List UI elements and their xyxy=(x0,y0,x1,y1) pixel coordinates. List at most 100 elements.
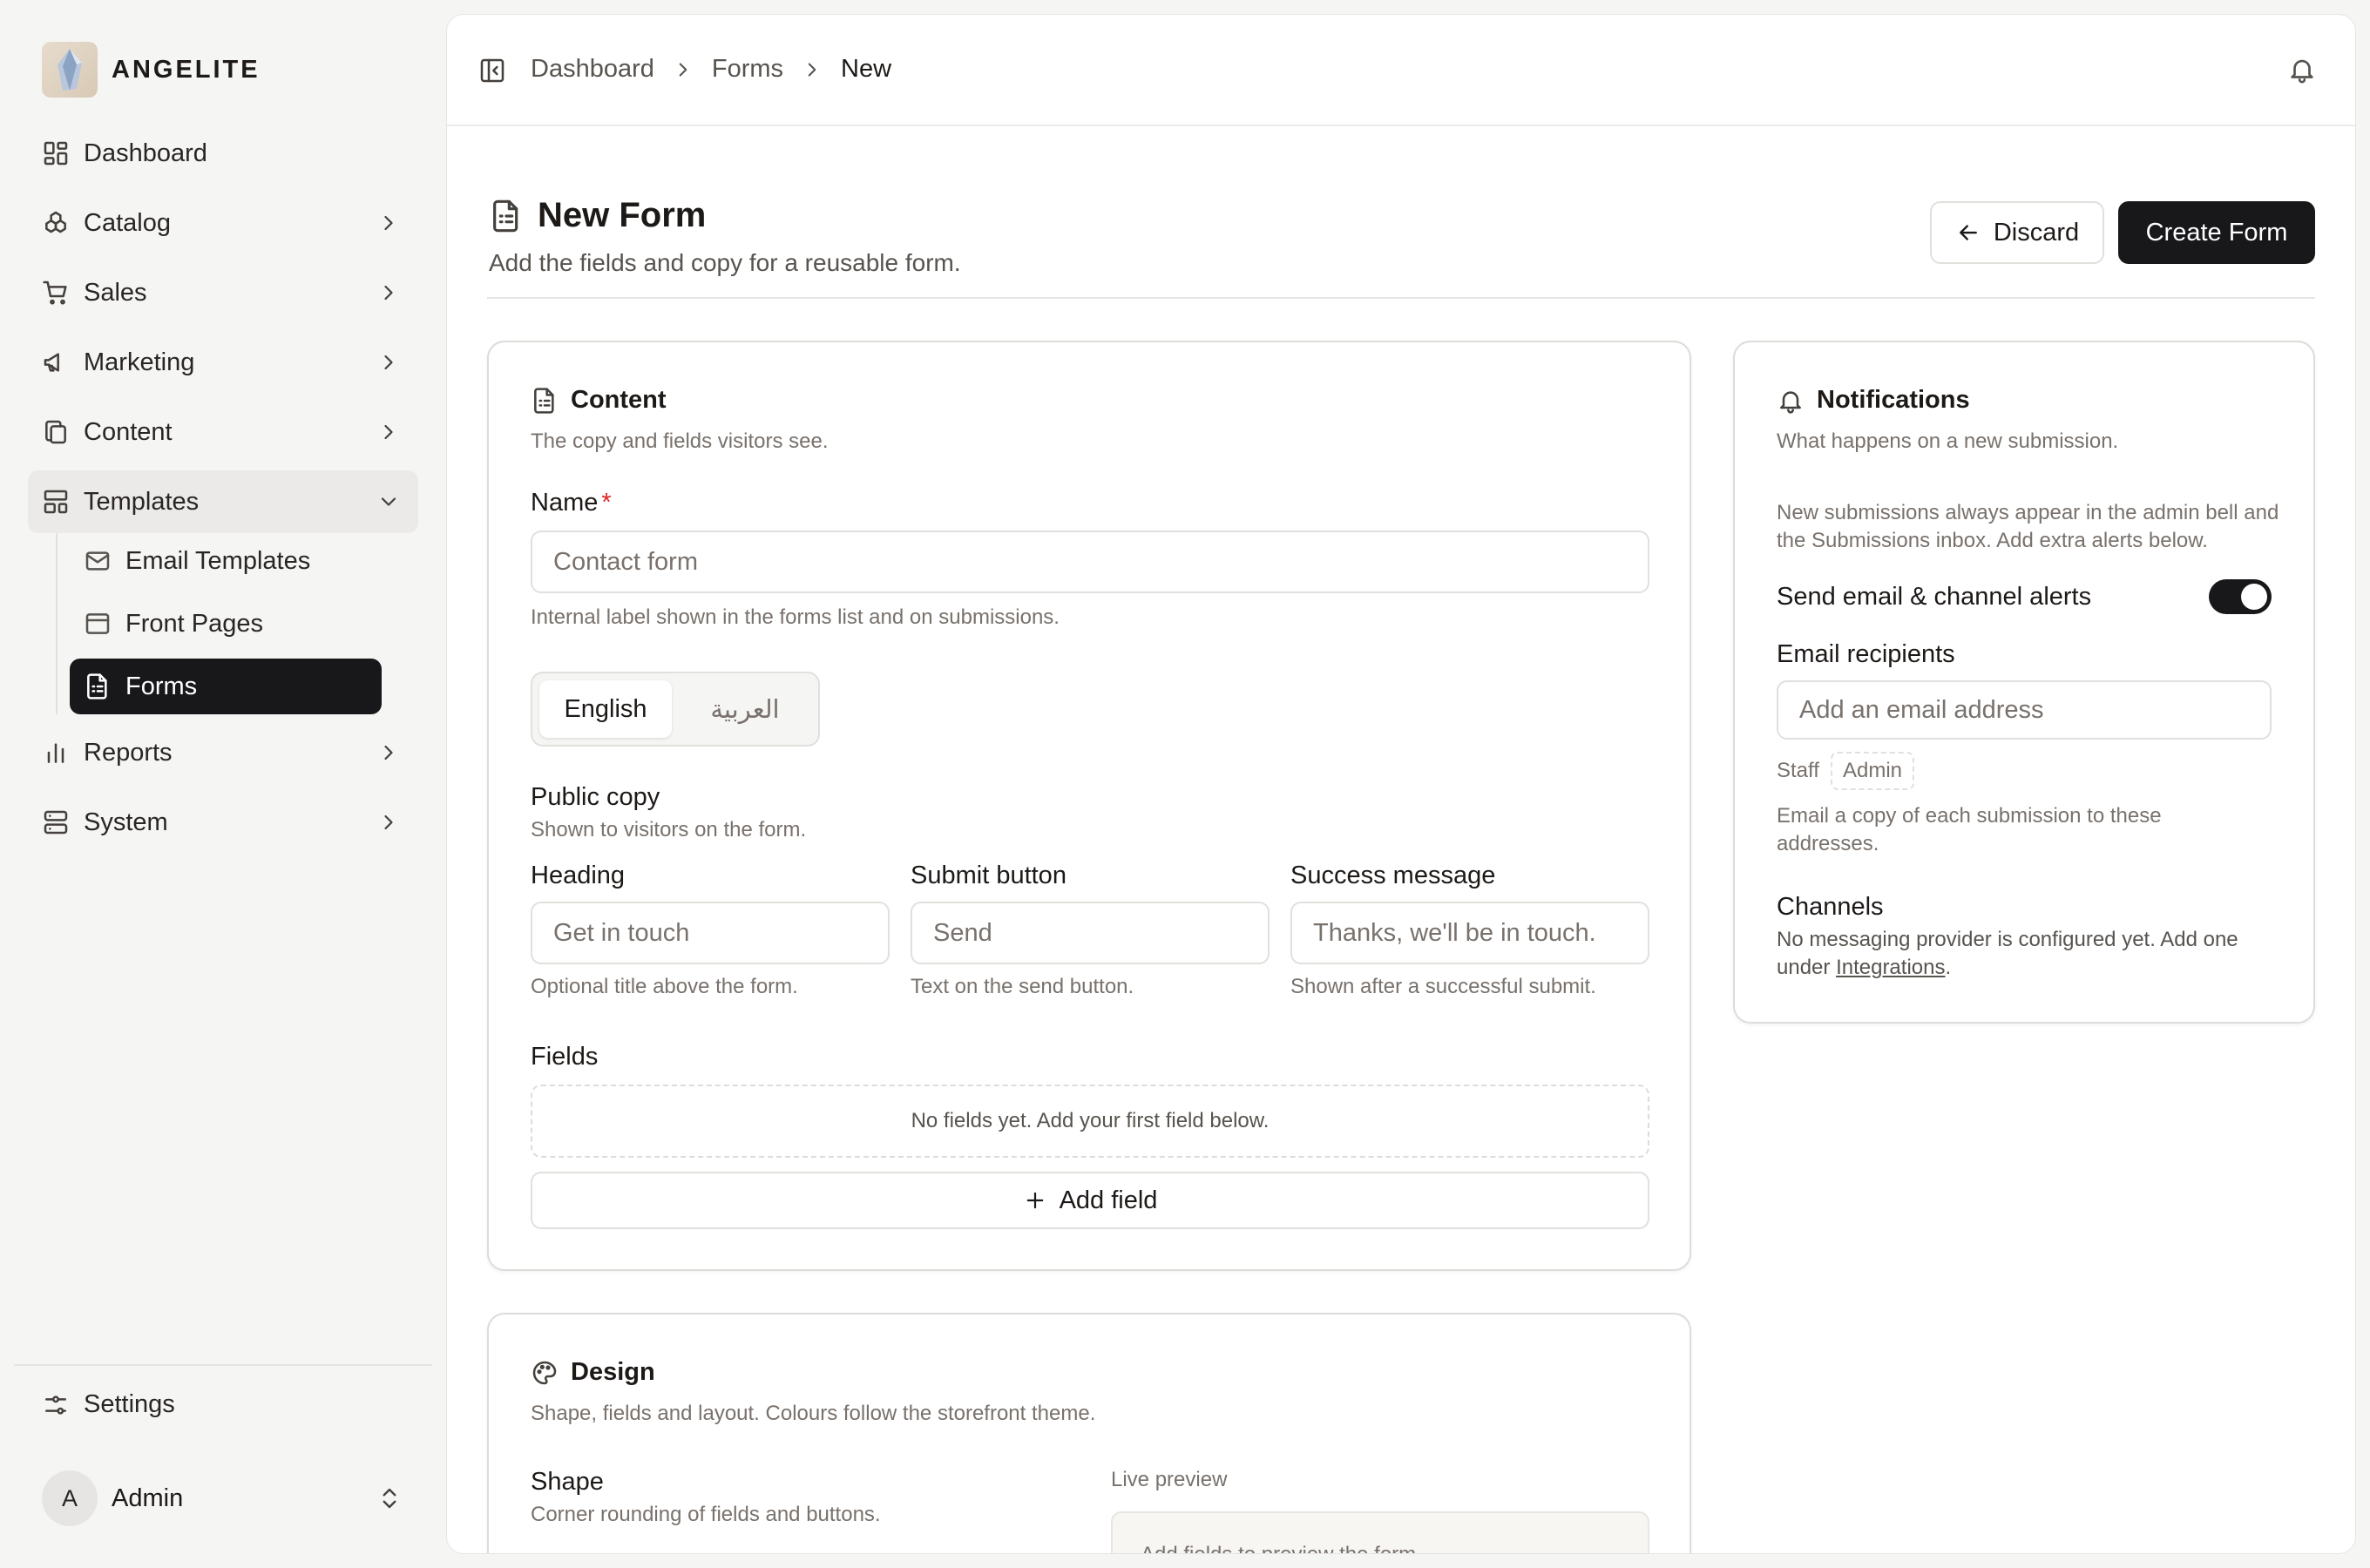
add-field-button[interactable]: Add field xyxy=(531,1172,1649,1229)
sidebar-item-email-templates[interactable]: Email Templates xyxy=(70,533,382,589)
notifications-card: Notifications What happens on a new subm… xyxy=(1733,341,2315,1024)
sidebar-item-settings[interactable]: Settings xyxy=(42,1390,175,1419)
integrations-link[interactable]: Integrations xyxy=(1836,956,1945,979)
arrow-left-icon xyxy=(1959,225,1977,240)
required-mark: * xyxy=(601,489,612,517)
main-nav: Dashboard Catalog Sales Marketing Conten… xyxy=(28,122,418,861)
sliders-icon xyxy=(45,1395,66,1415)
toggle-knob xyxy=(2241,584,2267,610)
email-recipient-input[interactable]: Add an email address xyxy=(1777,680,2272,740)
sidebar-item-dashboard[interactable]: Dashboard xyxy=(28,122,418,185)
breadcrumb: Dashboard Forms New xyxy=(531,55,891,84)
sidebar-item-label: Forms xyxy=(125,672,198,700)
sidebar-toggle-icon[interactable] xyxy=(478,57,506,84)
content-card: Content The copy and fields visitors see… xyxy=(487,341,1691,1271)
shape-label: Shape xyxy=(531,1468,604,1496)
breadcrumb-forms[interactable]: Forms xyxy=(712,55,783,84)
breadcrumb-current: New xyxy=(841,55,892,83)
brand[interactable]: ANGELITE xyxy=(42,42,261,98)
staff-chip-admin[interactable]: Admin xyxy=(1831,752,1915,790)
heading-input[interactable]: Get in touch xyxy=(531,902,890,964)
sidebar-item-content[interactable]: Content xyxy=(28,401,418,463)
success-message-help: Shown after a successful submit. xyxy=(1290,975,1596,998)
avatar: A xyxy=(42,1470,98,1526)
alerts-toggle-label: Send email & channel alerts xyxy=(1777,583,2092,611)
plus-icon xyxy=(1026,1192,1043,1209)
page-title-text: New Form xyxy=(538,196,707,234)
name-label: Name * xyxy=(531,489,612,517)
shape-subtitle: Corner rounding of fields and buttons. xyxy=(531,1503,881,1526)
channels-text: No messaging provider is configured yet.… xyxy=(1777,926,2282,982)
submit-button-help: Text on the send button. xyxy=(911,975,1134,998)
email-recipients-label: Email recipients xyxy=(1777,640,1955,668)
browser-icon xyxy=(85,613,110,634)
sidebar-item-reports[interactable]: Reports xyxy=(28,721,418,784)
heading-label: Heading xyxy=(531,862,626,889)
submit-button-label: Submit button xyxy=(911,862,1066,889)
lang-tab-arabic[interactable]: العربية xyxy=(679,680,811,738)
topbar: Dashboard Forms New xyxy=(447,15,2355,126)
sidebar-divider xyxy=(14,1364,432,1366)
lang-tab-english[interactable]: English xyxy=(539,680,672,738)
sidebar-item-front-pages[interactable]: Front Pages xyxy=(70,596,382,652)
breadcrumb-dashboard[interactable]: Dashboard xyxy=(531,55,654,84)
catalog-icon xyxy=(45,211,66,233)
fields-label: Fields xyxy=(531,1043,599,1071)
sidebar-item-label: Templates xyxy=(84,487,200,516)
sidebar-item-label: System xyxy=(84,808,168,836)
form-icon xyxy=(534,387,554,414)
chevron-right-icon xyxy=(384,814,393,830)
sidebar-item-marketing[interactable]: Marketing xyxy=(28,331,418,394)
sidebar-item-label: Sales xyxy=(84,278,147,307)
success-message-input[interactable]: Thanks, we'll be in touch. xyxy=(1290,902,1649,964)
bell-icon[interactable] xyxy=(2287,55,2317,84)
language-switcher: English العربية xyxy=(531,672,820,747)
chevron-right-icon xyxy=(808,62,816,77)
sidebar-item-forms[interactable]: Forms xyxy=(70,659,382,714)
content-card-title: Content xyxy=(531,386,667,415)
chevron-right-icon xyxy=(384,285,393,301)
chevron-right-icon xyxy=(384,355,393,370)
chevron-down-icon xyxy=(381,497,396,506)
sidebar-item-templates[interactable]: Templates xyxy=(28,470,418,533)
sidebar-item-label: Email Templates xyxy=(125,546,311,575)
sidebar: ANGELITE Dashboard Catalog Sales Marketi… xyxy=(0,0,446,1568)
sidebar-item-label: Content xyxy=(84,417,173,446)
notifications-card-title-text: Notifications xyxy=(1817,386,1970,414)
public-copy-subtitle: Shown to visitors on the form. xyxy=(531,818,807,841)
design-card: Design Shape, fields and layout. Colours… xyxy=(487,1313,1691,1553)
public-copy-title: Public copy xyxy=(531,783,660,811)
sidebar-item-label: Catalog xyxy=(84,208,171,237)
sidebar-item-label: Dashboard xyxy=(84,139,207,167)
chevron-right-icon xyxy=(384,424,393,440)
create-form-button[interactable]: Create Form xyxy=(2118,201,2315,264)
submit-button-input[interactable]: Send xyxy=(911,902,1270,964)
megaphone-icon xyxy=(44,353,59,372)
user-menu[interactable]: A Admin xyxy=(42,1470,408,1526)
discard-button[interactable]: Discard xyxy=(1930,201,2104,264)
page-title: New Form xyxy=(489,196,961,235)
sidebar-item-catalog[interactable]: Catalog xyxy=(28,192,418,254)
alerts-toggle[interactable] xyxy=(2209,579,2272,614)
staff-label: Staff xyxy=(1777,759,1819,782)
discard-label: Discard xyxy=(1993,218,2080,247)
email-recipients-help: Email a copy of each submission to these… xyxy=(1777,804,2162,855)
notifications-card-title: Notifications xyxy=(1777,386,1970,415)
page-subtitle: Add the fields and copy for a reusable f… xyxy=(489,249,961,276)
notifications-card-subtitle: What happens on a new submission. xyxy=(1777,429,2119,453)
add-field-label: Add field xyxy=(1059,1186,1158,1214)
header-divider xyxy=(487,297,2315,299)
design-card-title: Design xyxy=(531,1358,655,1387)
sidebar-item-system[interactable]: System xyxy=(28,791,418,854)
dashboard-icon xyxy=(44,141,68,166)
sidebar-item-sales[interactable]: Sales xyxy=(28,261,418,324)
name-input[interactable]: Contact form xyxy=(531,531,1649,593)
sidebar-item-label: Marketing xyxy=(84,348,195,376)
page-header: New Form Add the fields and copy for a r… xyxy=(489,196,961,277)
design-card-subtitle: Shape, fields and layout. Colours follow… xyxy=(531,1402,1096,1425)
copy-icon xyxy=(45,420,66,444)
layout-icon xyxy=(44,490,68,514)
design-card-title-text: Design xyxy=(571,1358,655,1386)
chevron-right-icon xyxy=(679,62,687,77)
content-card-subtitle: The copy and fields visitors see. xyxy=(531,429,829,453)
